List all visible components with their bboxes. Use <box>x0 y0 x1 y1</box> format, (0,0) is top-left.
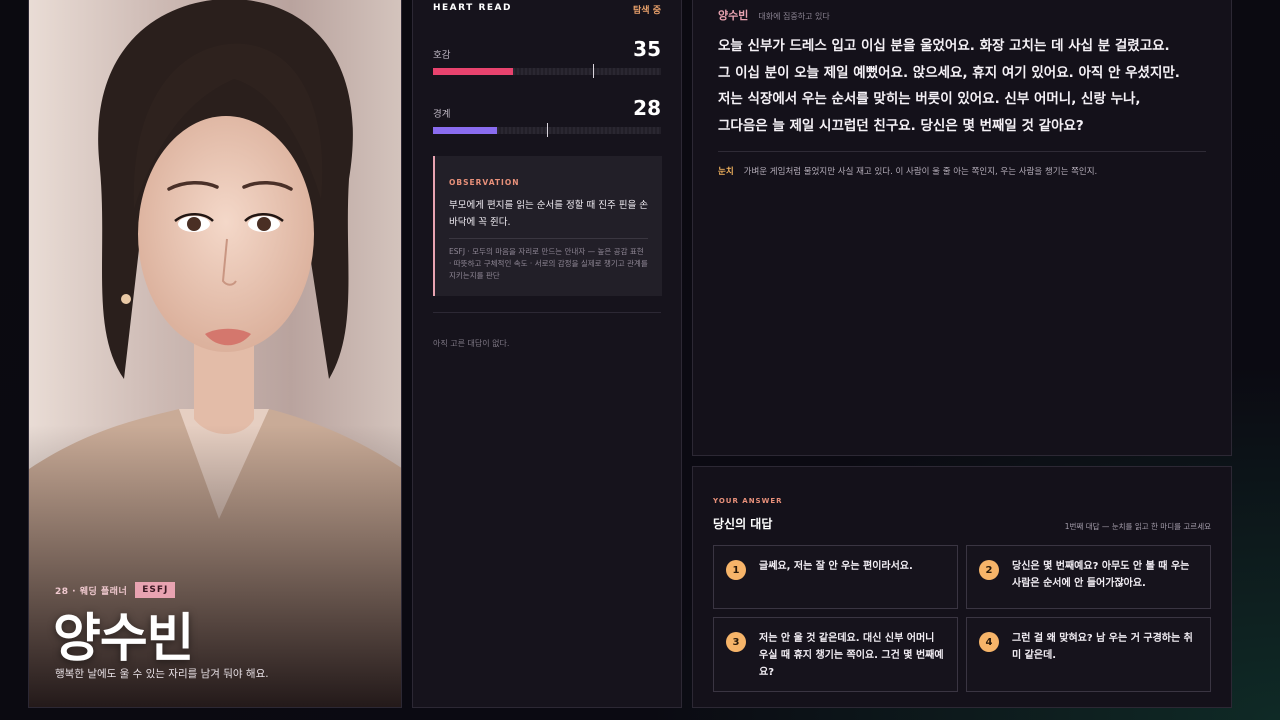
choice-number: 1 <box>726 560 746 580</box>
choice-text: 저는 안 울 것 같은데요. 대신 신부 어머니 우실 때 휴지 챙기는 쪽이요… <box>759 633 944 678</box>
heart-read-title: HEART READ <box>433 3 512 13</box>
answer-panel: YOUR ANSWER 당신의 대답 1번째 대답 — 눈치를 읽고 한 마디를… <box>692 466 1232 708</box>
choice-number: 3 <box>726 632 746 652</box>
observation-note: ESFJ · 모두의 마음을 자리로 만드는 안내자 — 높은 공감 표현 · … <box>449 247 648 280</box>
dialogue-line: 오늘 신부가 드레스 입고 이십 분을 울었어요. 화장 고치는 데 사십 분 … <box>718 38 1170 54</box>
dialogue-line: 저는 식장에서 우는 순서를 맞히는 버릇이 있어요. 신부 어머니, 신랑 누… <box>718 91 1141 107</box>
character-portrait-card: 28 · 웨딩 플래너 ESFJ 양수빈 행복한 날에도 울 수 있는 자리를 … <box>28 0 402 708</box>
heart-read-status: 탐색 중 <box>633 6 661 16</box>
heart-read-panel: HEART READ 탐색 중 호감 35 경계 28 OBSERVATION … <box>412 0 682 708</box>
heart-read-header: HEART READ 탐색 중 <box>433 3 661 16</box>
gauge-track <box>433 64 661 78</box>
speaker-name: 양수빈 <box>718 9 749 22</box>
insight-tag: 눈치 <box>718 167 734 177</box>
gauge-label: 호감 <box>433 50 451 61</box>
dialogue-header: 양수빈 대화에 집중하고 있다 <box>718 7 830 23</box>
gauge-threshold-marker <box>547 123 548 137</box>
gauge-value: 28 <box>633 96 661 120</box>
choice-text: 글쎄요, 저는 잘 안 우는 편이라서요. <box>759 561 913 572</box>
gauge-label: 경계 <box>433 109 451 120</box>
choice-button-4[interactable]: 4 그런 걸 왜 맞혀요? 남 우는 거 구경하는 취미 같은데. <box>966 617 1211 692</box>
answer-title: 당신의 대답 <box>713 517 773 531</box>
character-name: 양수빈 <box>53 609 195 669</box>
choice-button-1[interactable]: 1 글쎄요, 저는 잘 안 우는 편이라서요. <box>713 545 958 609</box>
character-tagline: 행복한 날에도 울 수 있는 자리를 남겨 둬야 해요. <box>55 668 269 680</box>
answer-hint: 1번째 대답 — 눈치를 읽고 한 마디를 고르세요 <box>1064 522 1211 531</box>
divider <box>433 312 661 313</box>
choice-number: 4 <box>979 632 999 652</box>
dialogue-line: 그 이십 분이 오늘 제일 예뻤어요. 앉으세요, 휴지 여기 있어요. 아직 … <box>718 64 1180 81</box>
gauge-fill <box>433 68 513 75</box>
choice-text: 그런 걸 왜 맞혀요? 남 우는 거 구경하는 취미 같은데. <box>1012 633 1193 661</box>
character-age-role: 28 · 웨딩 플래너 <box>55 586 128 597</box>
observation-card: OBSERVATION 부모에게 편지를 읽는 순서를 정할 때 진주 핀을 손… <box>433 156 662 296</box>
dialogue-panel: 양수빈 대화에 집중하고 있다 오늘 신부가 드레스 입고 이십 분을 울었어요… <box>692 0 1232 456</box>
choice-button-3[interactable]: 3 저는 안 울 것 같은데요. 대신 신부 어머니 우실 때 휴지 챙기는 쪽… <box>713 617 958 692</box>
choice-button-2[interactable]: 2 당신은 몇 번째예요? 아무도 안 볼 때 우는 사람은 순서에 안 들어가… <box>966 545 1211 609</box>
insight-row: 눈치 가벼운 게임처럼 물었지만 사실 재고 있다. 이 사람이 울 줄 아는 … <box>718 165 1097 177</box>
speaker-state: 대화에 집중하고 있다 <box>758 12 830 21</box>
dialogue-text: 오늘 신부가 드레스 입고 이십 분을 울었어요. 화장 고치는 데 사십 분 … <box>718 33 1218 139</box>
observation-text: 부모에게 편지를 읽는 순서를 정할 때 진주 핀을 손바닥에 꼭 쥔다. <box>449 200 648 228</box>
gauge-value: 35 <box>633 37 661 61</box>
answer-kicker: YOUR ANSWER <box>713 497 783 505</box>
gauge-threshold-marker <box>592 64 594 78</box>
gauge-fill <box>433 127 497 134</box>
dialogue-line: 그다음은 늘 제일 시끄럽던 친구요. 당신은 몇 번째일 것 같아요? <box>718 117 1084 134</box>
divider <box>449 238 648 239</box>
choice-number: 2 <box>979 560 999 580</box>
gauge-wariness: 경계 28 <box>433 96 661 137</box>
divider <box>718 151 1206 152</box>
choice-text: 당신은 몇 번째예요? 아무도 안 볼 때 우는 사람은 순서에 안 들어가잖아… <box>1012 561 1190 589</box>
gauge-affection: 호감 35 <box>433 37 661 78</box>
insight-text: 가벼운 게임처럼 물었지만 사실 재고 있다. 이 사람이 울 줄 아는 쪽인지… <box>743 167 1098 177</box>
observation-label: OBSERVATION <box>449 178 520 187</box>
gauge-track <box>433 123 661 137</box>
answer-history-empty: 아직 고른 대답이 없다. <box>433 339 510 348</box>
